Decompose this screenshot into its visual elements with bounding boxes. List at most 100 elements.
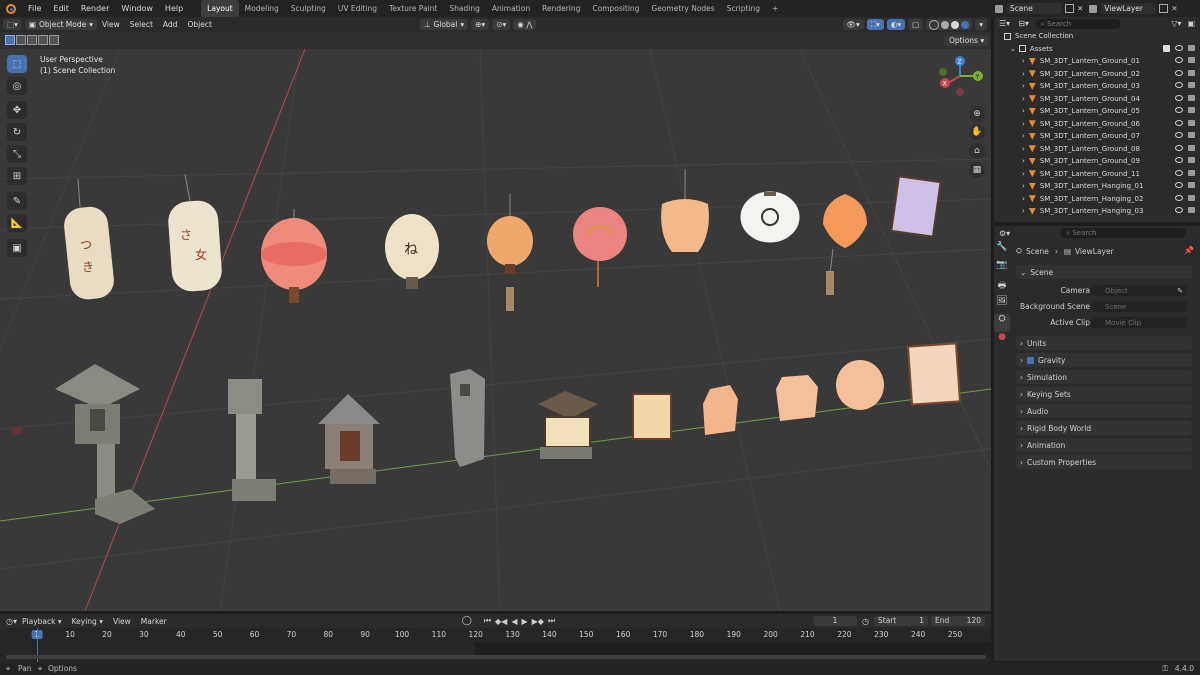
render-camera-icon[interactable] xyxy=(1188,94,1195,101)
visibility-eye-icon[interactable] xyxy=(1175,207,1183,213)
render-camera-icon[interactable] xyxy=(1188,194,1195,201)
outliner-item[interactable]: › SM_3DT_Lantern_Ground_07 xyxy=(994,130,1200,143)
overlay-toggle-icon[interactable]: ◐▾ xyxy=(886,19,906,30)
menu-window[interactable]: Window xyxy=(115,0,159,17)
menu-file[interactable]: File xyxy=(22,0,47,17)
pin-icon[interactable]: 📌 xyxy=(1184,246,1194,255)
outliner-item[interactable]: › SM_3DT_Lantern_Ground_02 xyxy=(994,68,1200,81)
eyedropper-icon[interactable]: ✎ xyxy=(1177,287,1183,295)
hanging-lantern-09[interactable] xyxy=(823,194,867,295)
options-dropdown[interactable]: Options ▾ xyxy=(944,35,990,46)
menu-timeline-view[interactable]: View xyxy=(108,617,136,626)
outliner-item[interactable]: › SM_3DT_Lantern_Ground_01 xyxy=(994,55,1200,68)
tab-animation[interactable]: Animation xyxy=(486,0,536,17)
editor-type-button[interactable]: ⬚▾ xyxy=(3,19,22,30)
hanging-lantern-06[interactable] xyxy=(573,207,627,287)
outliner-item[interactable]: › SM_3DT_Lantern_Ground_09 xyxy=(994,155,1200,168)
wireframe-shading-icon[interactable] xyxy=(929,19,940,30)
render-camera-icon[interactable] xyxy=(1188,57,1195,63)
mode-selector[interactable]: ▣ Object Mode ▾ xyxy=(24,19,97,30)
snap-button[interactable]: ⊙▾ xyxy=(492,19,511,30)
current-frame-field[interactable]: 1 xyxy=(813,616,858,626)
outliner-assets-collection[interactable]: ⌄ Assets xyxy=(994,43,1200,56)
outliner-scene-collection[interactable]: Scene Collection xyxy=(994,30,1200,43)
scene-selector[interactable]: Scene xyxy=(1007,3,1062,14)
menu-playback[interactable]: Playback ▾ xyxy=(17,617,67,626)
chevron-right-icon[interactable]: › xyxy=(1022,145,1025,153)
chevron-right-icon[interactable]: › xyxy=(1022,170,1025,178)
visibility-eye-icon[interactable] xyxy=(1175,144,1183,151)
menu-help[interactable]: Help xyxy=(159,0,189,17)
world-tab-icon[interactable]: ● xyxy=(994,332,1010,350)
tab-uv-editing[interactable]: UV Editing xyxy=(332,0,383,17)
render-camera-icon[interactable] xyxy=(1188,69,1195,76)
outliner-item[interactable]: › SM_3DT_Lantern_Ground_06 xyxy=(994,118,1200,131)
measure-tool-icon[interactable]: 📐 xyxy=(7,214,27,232)
orientation-selector[interactable]: ⊥ Global ▾ xyxy=(419,19,469,30)
outliner-search-input[interactable]: ⌕ Search xyxy=(1034,18,1121,29)
ground-lantern-02[interactable] xyxy=(228,379,276,501)
render-camera-icon[interactable] xyxy=(1188,182,1195,188)
section-gravity[interactable]: › Gravity xyxy=(1016,353,1192,367)
move-tool-icon[interactable]: ✥ xyxy=(7,101,27,119)
outliner-item[interactable]: › SM_3DT_Lantern_Ground_04 xyxy=(994,93,1200,106)
start-frame-field[interactable]: Start 1 xyxy=(874,616,928,626)
render-camera-icon[interactable] xyxy=(1188,132,1195,138)
ground-lantern-01[interactable] xyxy=(55,364,155,524)
hanging-lantern-05[interactable] xyxy=(487,194,533,311)
chevron-right-icon[interactable]: › xyxy=(1022,132,1025,140)
tab-geometry-nodes[interactable]: Geometry Nodes xyxy=(645,0,720,17)
ortho-grid-icon[interactable]: ▦ xyxy=(969,162,985,178)
navigation-gizmo[interactable]: Z Y X xyxy=(939,56,983,96)
clock-icon[interactable]: ◷ xyxy=(862,617,869,626)
ground-lantern-04[interactable] xyxy=(450,369,485,467)
section-scene[interactable]: ⌄ Scene xyxy=(1016,265,1192,279)
section-keying-sets[interactable]: › Keying Sets xyxy=(1016,387,1192,401)
visibility-eye-icon[interactable] xyxy=(1175,169,1183,176)
chevron-right-icon[interactable]: › xyxy=(1022,70,1025,78)
menu-select[interactable]: Select xyxy=(125,20,158,29)
chevron-right-icon[interactable]: › xyxy=(1022,57,1025,65)
hanging-lantern-03[interactable] xyxy=(261,209,327,303)
render-tab-icon[interactable]: 📷 xyxy=(994,260,1010,278)
tab-layout[interactable]: Layout xyxy=(201,0,239,17)
solid-shading-icon[interactable] xyxy=(941,20,950,29)
record-icon[interactable]: ◯ xyxy=(462,616,472,626)
menu-marker[interactable]: Marker xyxy=(136,617,172,626)
ground-lantern-07[interactable] xyxy=(703,385,738,435)
ground-lantern-09[interactable] xyxy=(836,360,884,410)
chevron-down-icon[interactable]: ⌄ xyxy=(1010,45,1016,53)
render-camera-icon[interactable] xyxy=(1188,207,1195,213)
3d-viewport[interactable]: つ き さ 女 ね Z Y X User Perspective (1) Sce… xyxy=(0,49,991,611)
menu-add[interactable]: Add xyxy=(158,20,183,29)
new-collection-icon[interactable]: ▣ xyxy=(1187,19,1195,28)
outliner-item[interactable]: › SM_3DT_Lantern_Hanging_03 xyxy=(994,205,1200,218)
visibility-eye-icon[interactable] xyxy=(1175,107,1183,113)
render-camera-icon[interactable] xyxy=(1188,107,1195,113)
select-new-icon[interactable] xyxy=(5,35,15,45)
visibility-eye-icon[interactable] xyxy=(1175,57,1183,63)
render-camera-icon[interactable] xyxy=(1188,157,1195,163)
section-animation[interactable]: › Animation xyxy=(1016,438,1192,452)
tab-shading[interactable]: Shading xyxy=(443,0,485,17)
delete-viewlayer-icon[interactable]: ✕ xyxy=(1171,4,1177,13)
ground-lantern-05[interactable] xyxy=(538,391,598,459)
select-extend-icon[interactable] xyxy=(16,35,26,45)
visibility-eye-icon[interactable] xyxy=(1175,44,1183,51)
display-mode-icon[interactable]: ⊟▾ xyxy=(1018,19,1029,28)
timeline-editor-icon[interactable]: ◷▾ xyxy=(6,617,17,626)
add-workspace-button[interactable]: + xyxy=(766,0,784,17)
end-frame-field[interactable]: End 120 xyxy=(931,616,985,626)
proportional-edit-button[interactable]: ◉ ⋀ xyxy=(513,19,537,30)
frame-ruler[interactable]: 1102030405060708090100110120130140150160… xyxy=(0,628,991,642)
hanging-lantern-07[interactable] xyxy=(661,169,709,252)
visibility-eye-icon[interactable] xyxy=(1175,194,1183,201)
visibility-eye-icon[interactable] xyxy=(1175,82,1183,88)
outliner-item[interactable]: › SM_3DT_Lantern_Hanging_02 xyxy=(994,193,1200,206)
visibility-eye-icon[interactable] xyxy=(1175,119,1183,126)
ground-lantern-10[interactable] xyxy=(906,342,962,406)
visibility-eye-icon[interactable] xyxy=(1175,132,1183,138)
chevron-right-icon[interactable]: › xyxy=(1022,157,1025,165)
blender-logo-icon[interactable] xyxy=(6,3,16,14)
select-invert-icon[interactable] xyxy=(38,35,48,45)
